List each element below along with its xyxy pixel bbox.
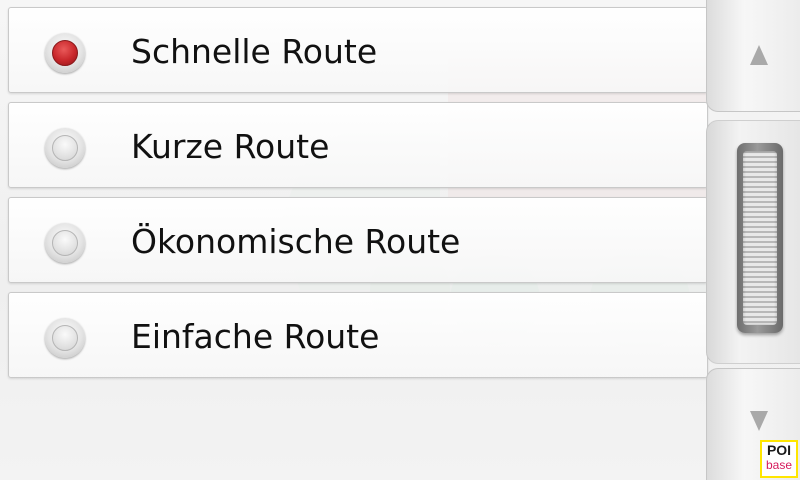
route-option-fast[interactable]: Schnelle Route bbox=[8, 7, 708, 93]
poi-base-logo[interactable]: POI base bbox=[760, 440, 798, 478]
route-option-label: Kurze Route bbox=[131, 127, 330, 166]
radio-button[interactable] bbox=[45, 223, 85, 263]
radio-dot-icon bbox=[52, 230, 78, 256]
poi-base-logo-inner: POI base bbox=[762, 442, 796, 476]
logo-text-poi: POI bbox=[766, 442, 792, 458]
route-option-short[interactable]: Kurze Route bbox=[8, 102, 708, 188]
route-option-simple[interactable]: Einfache Route bbox=[8, 292, 708, 378]
radio-button-selected[interactable] bbox=[45, 33, 85, 73]
route-option-label: Schnelle Route bbox=[131, 32, 378, 71]
scroll-panel bbox=[706, 0, 800, 480]
grip-icon bbox=[743, 151, 777, 325]
radio-dot-icon bbox=[52, 325, 78, 351]
radio-dot-icon bbox=[52, 40, 78, 66]
scroll-up-button[interactable] bbox=[706, 0, 800, 112]
radio-button[interactable] bbox=[45, 318, 85, 358]
route-option-economic[interactable]: Ökonomische Route bbox=[8, 197, 708, 283]
route-option-label: Einfache Route bbox=[131, 317, 380, 356]
chevron-down-icon bbox=[750, 411, 768, 431]
logo-text-base: base bbox=[765, 458, 793, 472]
chevron-up-icon bbox=[750, 45, 768, 65]
scrollbar-track[interactable] bbox=[706, 120, 800, 364]
route-options-screen: Schnelle Route Kurze Route Ökonomische R… bbox=[0, 0, 800, 480]
route-option-label: Ökonomische Route bbox=[131, 222, 461, 261]
radio-button[interactable] bbox=[45, 128, 85, 168]
radio-dot-icon bbox=[52, 135, 78, 161]
scrollbar-thumb[interactable] bbox=[737, 143, 783, 333]
